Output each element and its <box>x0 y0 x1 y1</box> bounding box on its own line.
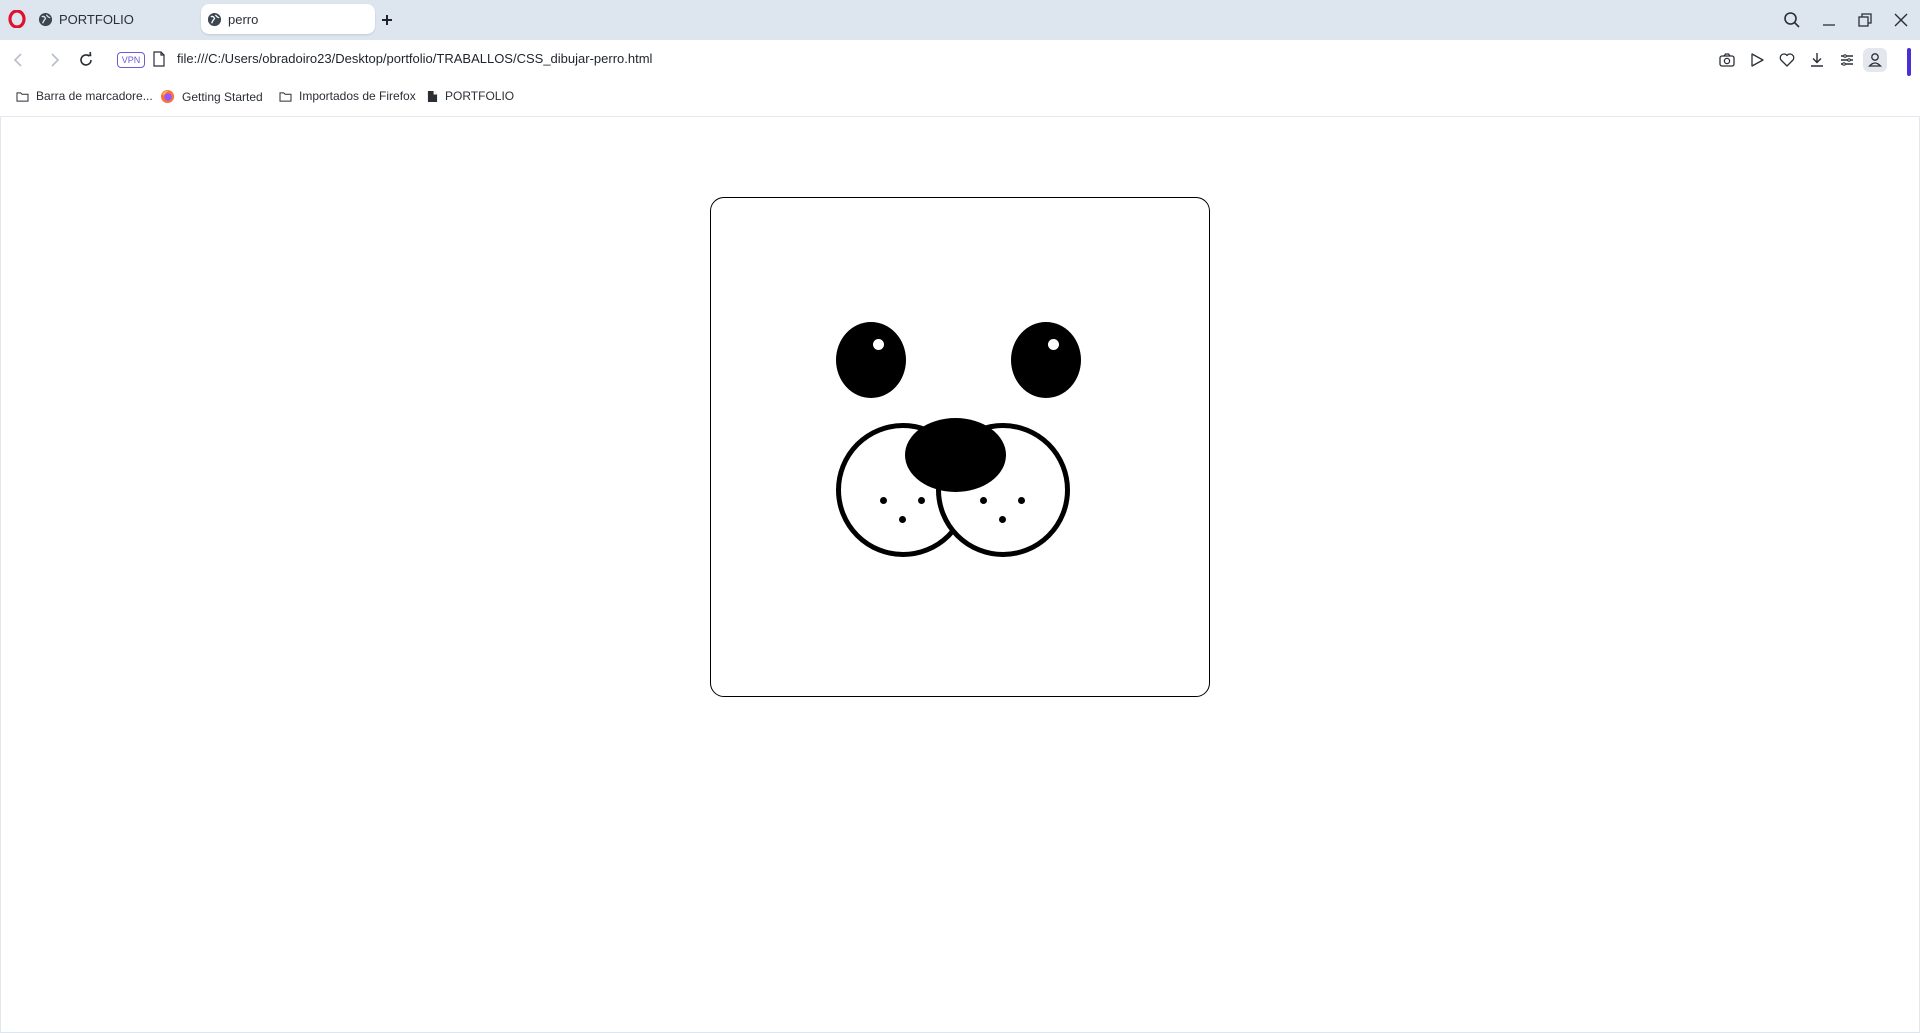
forward-icon[interactable] <box>44 50 64 70</box>
dog-drawing-frame <box>710 197 1210 697</box>
globe-icon <box>207 12 222 26</box>
new-tab-plus-icon[interactable] <box>377 10 397 30</box>
tab-label: PORTFOLIO <box>59 11 134 27</box>
bookmark-label: Getting Started <box>182 89 263 104</box>
whisker-dot <box>899 516 906 523</box>
dog-left-eye <box>836 322 906 398</box>
bookmark-portfolio[interactable]: PORTFOLIO <box>427 89 514 103</box>
page-info-icon[interactable] <box>152 51 166 67</box>
folder-icon <box>16 91 29 102</box>
search-tabs-icon[interactable] <box>1782 10 1802 30</box>
user-icon <box>1868 53 1882 67</box>
tab-strip: PORTFOLIO perro <box>0 0 1920 40</box>
easy-setup-menu-icon[interactable] <box>1837 50 1857 70</box>
tab-portfolio[interactable]: PORTFOLIO <box>36 4 198 34</box>
address-toolbar: VPN file:///C:/Users/obradoiro23/Desktop… <box>0 40 1920 80</box>
whisker-dot <box>999 516 1006 523</box>
url-field[interactable]: file:///C:/Users/obradoiro23/Desktop/por… <box>177 51 652 66</box>
whisker-dot <box>1018 497 1025 504</box>
reload-icon[interactable] <box>76 50 96 70</box>
camera-snapshot-icon[interactable] <box>1717 50 1737 70</box>
back-icon[interactable] <box>9 50 29 70</box>
whisker-dot <box>980 497 987 504</box>
opera-logo-icon[interactable] <box>8 10 26 28</box>
tab-label: perro <box>228 11 259 27</box>
send-flow-icon[interactable] <box>1747 50 1767 70</box>
eye-highlight <box>1048 339 1059 350</box>
whisker-dot <box>918 497 925 504</box>
bookmarks-bar: Barra de marcadore... Getting Started Im… <box>0 80 1920 117</box>
page-viewport <box>0 117 1920 1032</box>
tab-perro[interactable]: perro <box>201 4 375 34</box>
eye-highlight <box>873 339 884 350</box>
file-icon <box>427 90 438 102</box>
bookmark-label: Importados de Firefox <box>299 89 416 103</box>
bookmark-folder-barra[interactable]: Barra de marcadore... <box>16 89 153 103</box>
profile-button[interactable] <box>1863 48 1887 72</box>
heart-icon[interactable] <box>1777 50 1797 70</box>
minimize-icon[interactable] <box>1819 10 1839 30</box>
bookmark-label: PORTFOLIO <box>445 89 515 103</box>
download-icon[interactable] <box>1807 50 1827 70</box>
dog-right-eye <box>1011 322 1081 398</box>
sidebar-toggle[interactable] <box>1907 48 1911 76</box>
close-window-icon[interactable] <box>1891 10 1911 30</box>
bookmark-label: Barra de marcadore... <box>36 89 153 103</box>
restore-icon[interactable] <box>1855 10 1875 30</box>
folder-icon <box>279 91 292 102</box>
bookmark-getting-started[interactable]: Getting Started <box>160 89 263 104</box>
whisker-dot <box>880 497 887 504</box>
globe-icon <box>38 12 53 26</box>
dog-nose <box>905 418 1006 492</box>
bookmark-folder-importados[interactable]: Importados de Firefox <box>279 89 416 103</box>
firefox-icon <box>160 89 175 104</box>
vpn-badge[interactable]: VPN <box>117 52 145 68</box>
